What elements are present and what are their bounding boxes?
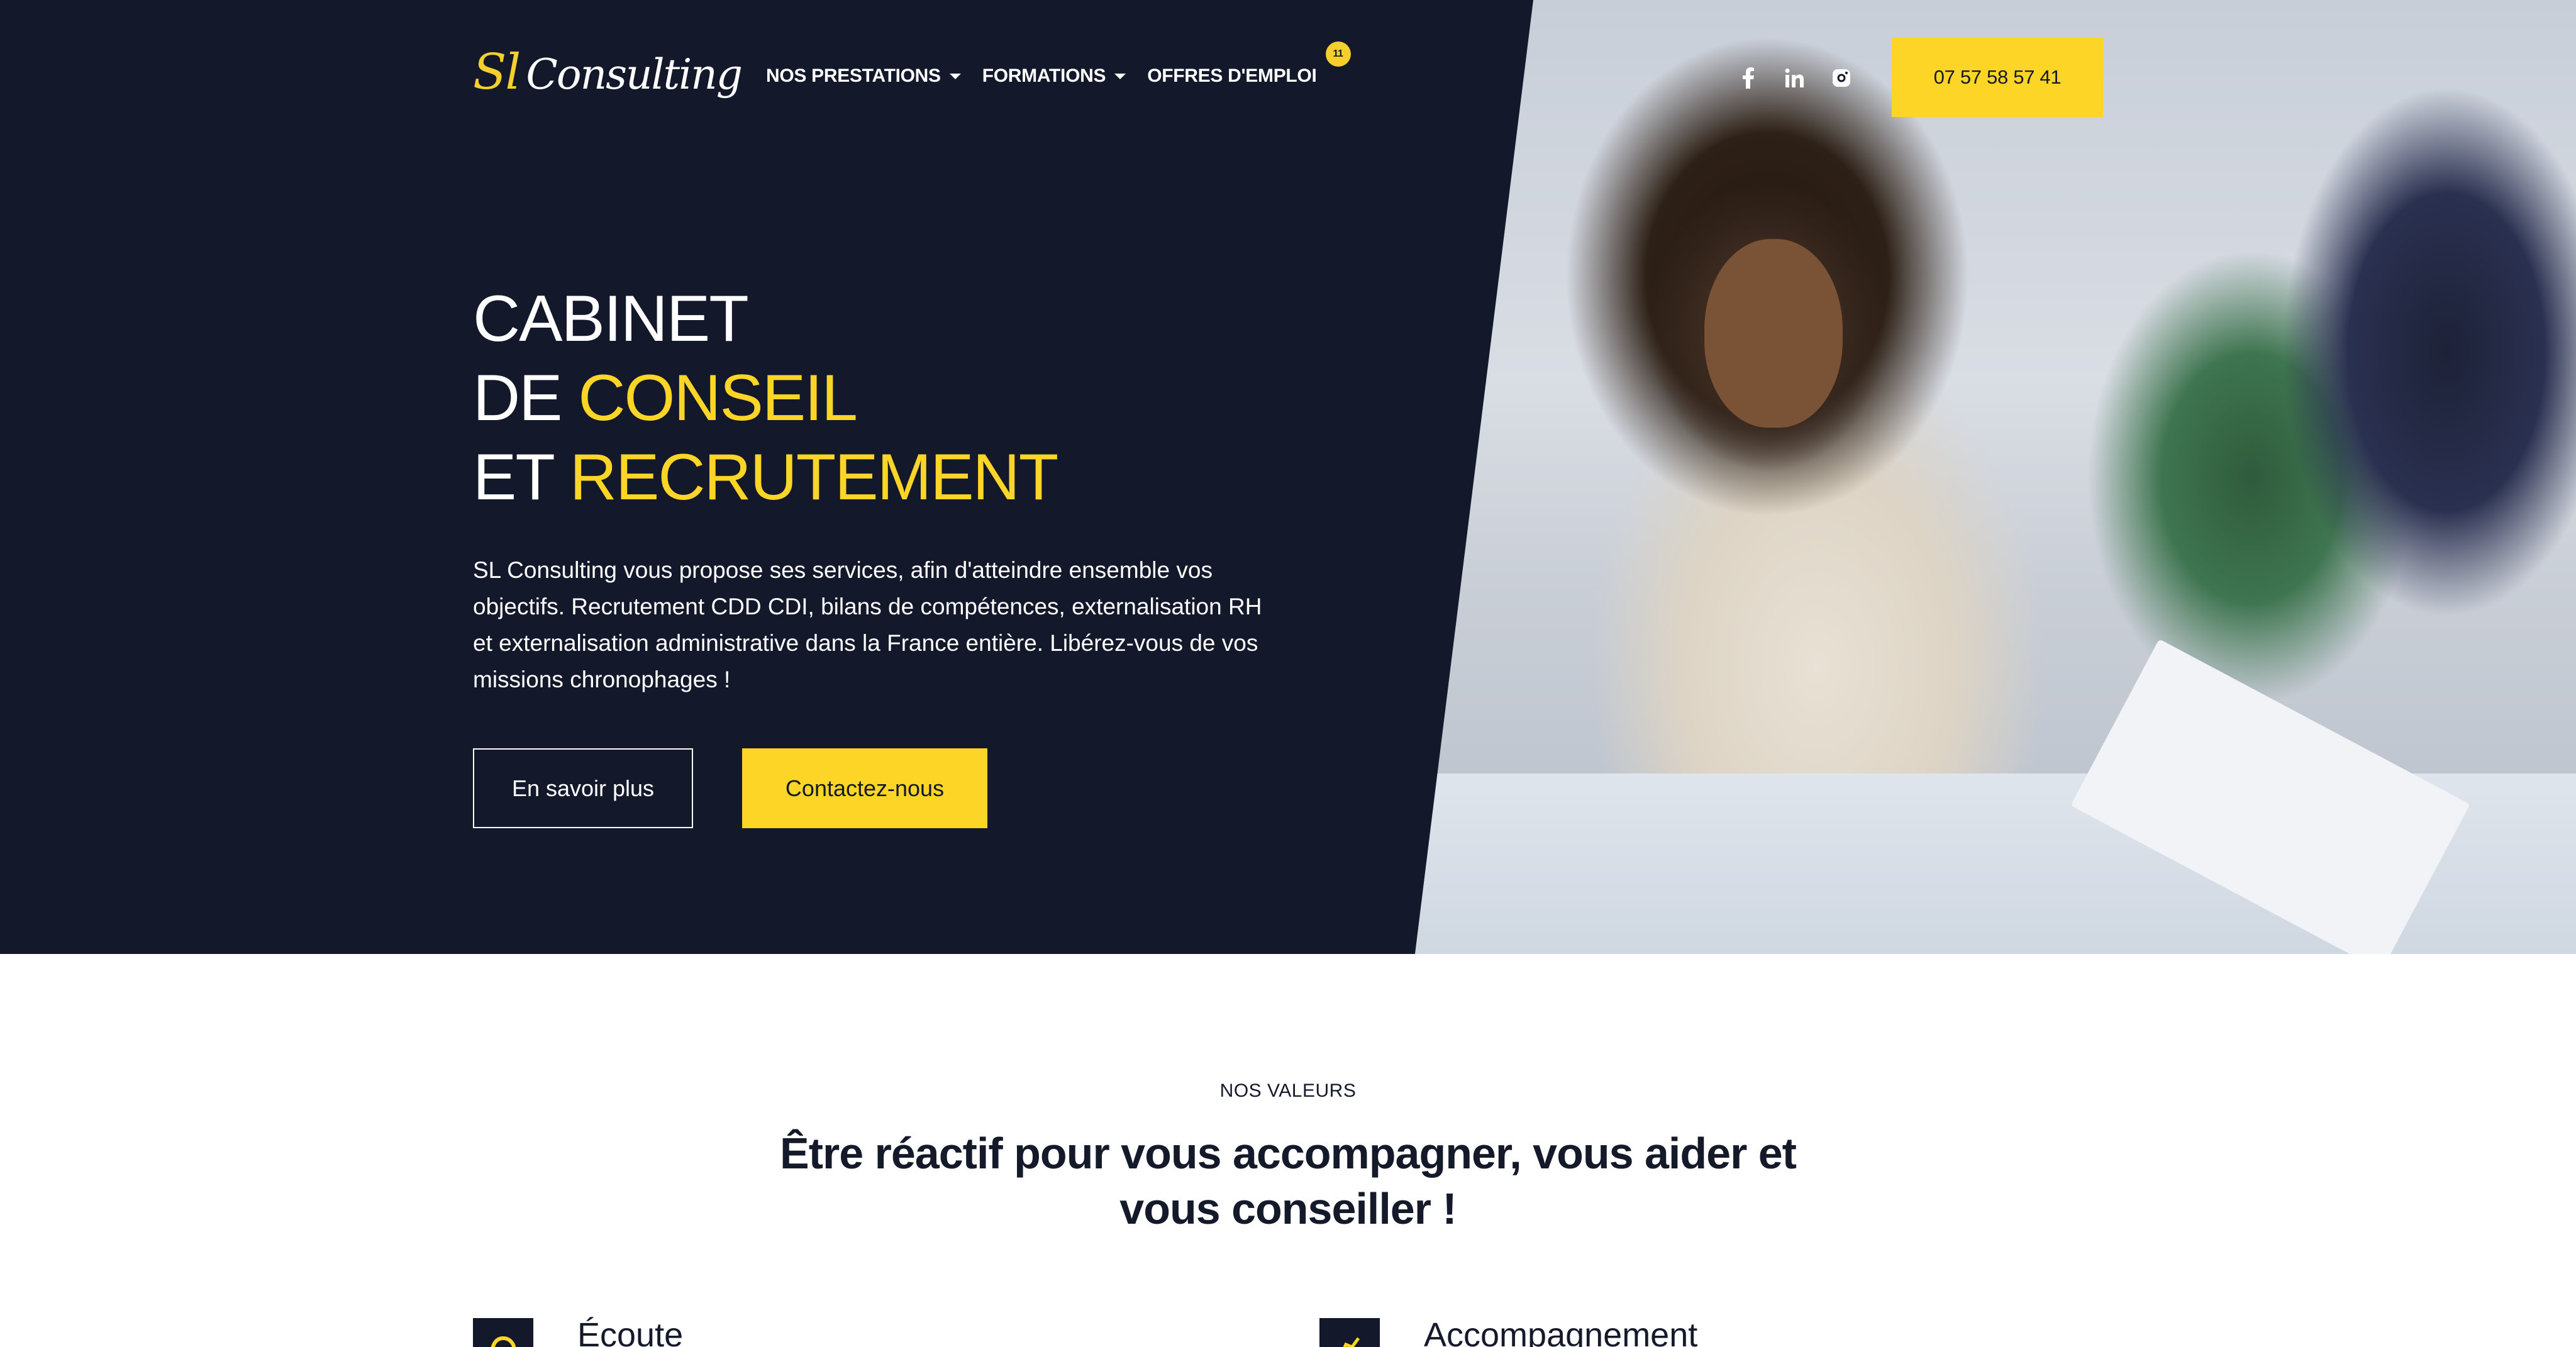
social-links bbox=[1736, 65, 1854, 91]
site-logo[interactable]: Sl Consulting bbox=[473, 44, 743, 104]
hero-description: SL Consulting vous propose ses services,… bbox=[473, 557, 1262, 692]
nav-label: NOS PRESTATIONS bbox=[766, 65, 941, 86]
value-item-accompagnement: Accompagnement bbox=[1319, 1316, 1698, 1347]
chevron-down-icon bbox=[1114, 73, 1126, 79]
hero-title-line-2: DE CONSEIL bbox=[473, 358, 1057, 438]
logo-sl: Sl bbox=[473, 44, 521, 101]
hero-title-line-1: CABINET bbox=[473, 282, 749, 355]
nav-label: FORMATIONS bbox=[982, 65, 1106, 86]
hero-title: CABINET DE CONSEIL ET RECRUTEMENT bbox=[473, 279, 1058, 517]
nav-offres-emploi[interactable]: OFFRES D'EMPLOI 11 bbox=[1147, 42, 1351, 87]
photo-face-shape bbox=[1704, 239, 1843, 428]
handshake-icon bbox=[1319, 1318, 1380, 1347]
value-label: Accompagnement bbox=[1424, 1316, 1698, 1347]
logo-consulting: Consulting bbox=[526, 50, 743, 99]
hero-title-line-3: ET RECRUTEMENT bbox=[473, 438, 1058, 517]
nav-formations[interactable]: FORMATIONS bbox=[982, 65, 1126, 87]
hero-title-part: DE bbox=[473, 362, 579, 435]
hero-title-highlight: CONSEIL bbox=[578, 362, 858, 435]
hero-section: Sl Consulting NOS PRESTATIONS FORMATIONS … bbox=[0, 0, 2576, 954]
chevron-down-icon bbox=[949, 73, 961, 79]
job-count-badge: 11 bbox=[1325, 42, 1351, 67]
contact-button[interactable]: Contactez-nous bbox=[742, 748, 987, 828]
main-nav: NOS PRESTATIONS FORMATIONS OFFRES D'EMPL… bbox=[766, 42, 1351, 87]
value-label: Écoute bbox=[577, 1316, 684, 1347]
values-title: Être réactif pour vous accompagner, vous… bbox=[780, 1129, 1797, 1233]
linkedin-icon[interactable] bbox=[1782, 65, 1807, 91]
ear-icon bbox=[473, 1318, 533, 1347]
value-item-ecoute: Écoute bbox=[473, 1316, 684, 1347]
facebook-icon[interactable] bbox=[1736, 65, 1761, 91]
nav-nos-prestations[interactable]: NOS PRESTATIONS bbox=[766, 65, 961, 87]
hero-title-highlight: RECRUTEMENT bbox=[569, 441, 1058, 514]
instagram-icon[interactable] bbox=[1829, 65, 1854, 91]
nav-label: OFFRES D'EMPLOI bbox=[1147, 65, 1317, 86]
hero-photo bbox=[1415, 0, 2576, 954]
values-eyebrow: NOS VALEURS bbox=[1219, 1080, 1357, 1101]
learn-more-button[interactable]: En savoir plus bbox=[473, 748, 693, 828]
hero-title-part: ET bbox=[473, 441, 570, 514]
phone-button[interactable]: 07 57 58 57 41 bbox=[1892, 38, 2103, 117]
